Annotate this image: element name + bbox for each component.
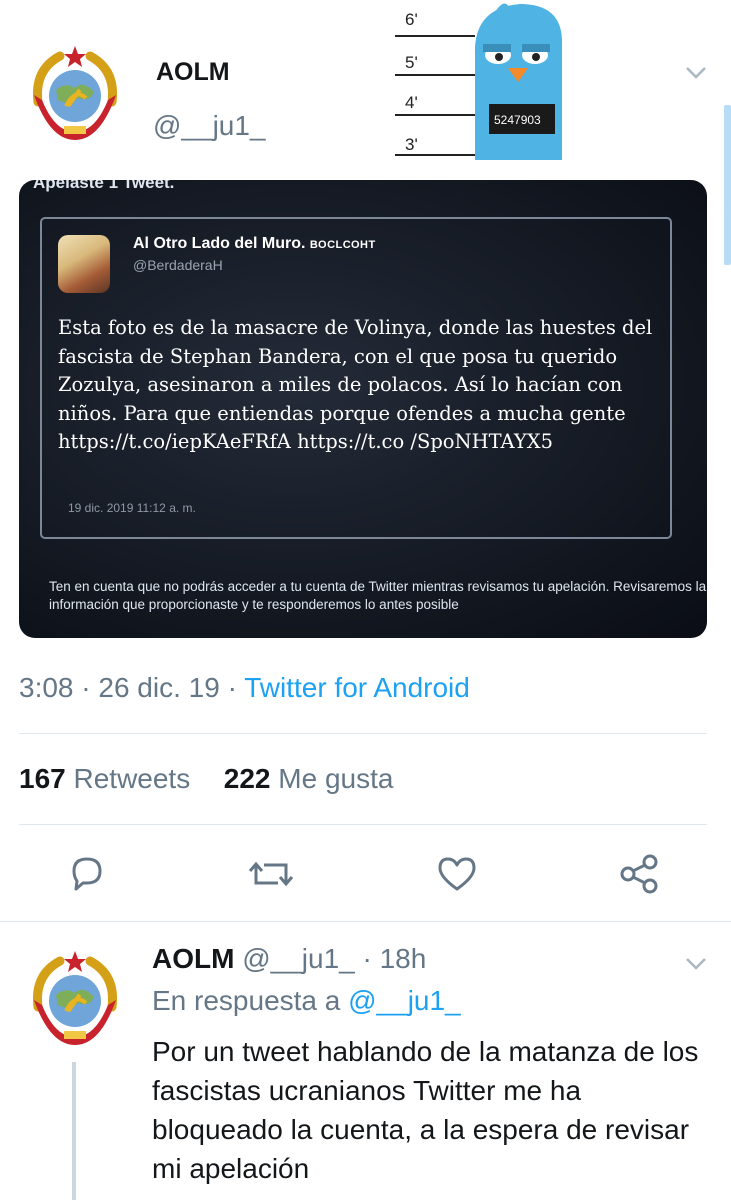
likes-stat[interactable]: 222 Me gusta <box>224 763 394 794</box>
reply-icon[interactable] <box>66 853 108 893</box>
retweet-icon[interactable] <box>246 855 296 893</box>
soviet-emblem-icon <box>32 46 118 140</box>
height-label-6: 6' <box>405 10 418 29</box>
appeal-heading: Apelaste 1 Tweet. <box>33 180 175 192</box>
reply-text: Por un tweet hablando de la matanza de l… <box>152 1036 699 1184</box>
share-icon[interactable] <box>618 853 660 895</box>
divider <box>0 921 731 922</box>
tweet-menu-chevron-down-icon[interactable] <box>684 64 708 82</box>
tweet-stats: 167 Retweets 222 Me gusta <box>19 763 393 795</box>
thread-connector-line <box>72 1062 76 1200</box>
reply-author-avatar[interactable] <box>20 945 130 1055</box>
tweet-client-link[interactable]: Twitter for Android <box>244 672 470 703</box>
reply-menu-chevron-down-icon[interactable] <box>684 955 708 973</box>
height-label-4: 4' <box>405 93 418 112</box>
embedded-tweet-avatar <box>58 235 110 293</box>
height-label-5: 5' <box>405 53 418 72</box>
author-avatar[interactable] <box>20 40 130 150</box>
embedded-tweet-author: Al Otro Lado del Muro. ВОСLСОНТ <box>133 235 376 252</box>
tweet-media-photo[interactable]: Apelaste 1 Tweet. Al Otro Lado del Muro.… <box>19 180 707 638</box>
retweets-stat[interactable]: 167 Retweets <box>19 763 190 794</box>
author-name[interactable]: AOLM <box>156 58 230 87</box>
divider <box>19 824 707 825</box>
mugshot-bird-image: 6' 5' 4' 3' 5247903 <box>395 0 562 160</box>
embedded-tweet-handle: @BerdaderaH <box>133 257 223 273</box>
reply-author-name[interactable]: AOLM <box>152 943 234 974</box>
reply-header: AOLM @__ju1_ · 18h <box>152 943 426 975</box>
embedded-tweet-card: Al Otro Lado del Muro. ВОСLСОНТ @Berdade… <box>40 217 672 539</box>
author-handle[interactable]: @__ju1_ <box>153 110 266 142</box>
tweet-timestamp: 3:08 · 26 dic. 19 · Twitter for Android <box>19 672 470 703</box>
reply-mention-link[interactable]: @__ju1_ <box>348 985 461 1016</box>
reply-meta: @__ju1_ · 18h <box>234 943 427 974</box>
like-icon[interactable] <box>436 855 478 893</box>
scrollbar[interactable] <box>724 105 731 265</box>
soviet-emblem-icon <box>32 951 118 1045</box>
embedded-tweet-text: Esta foto es de la masacre de Volinya, d… <box>58 316 653 453</box>
height-label-3: 3' <box>405 135 418 154</box>
appeal-notice: Ten en cuenta que no podrás acceder a tu… <box>49 579 707 612</box>
in-reply-to: En respuesta a @__ju1_ <box>152 985 461 1016</box>
placard-number: 5247903 <box>494 113 541 127</box>
divider <box>19 733 707 734</box>
embedded-tweet-date: 19 dic. 2019 11:12 a. m. <box>68 501 196 515</box>
